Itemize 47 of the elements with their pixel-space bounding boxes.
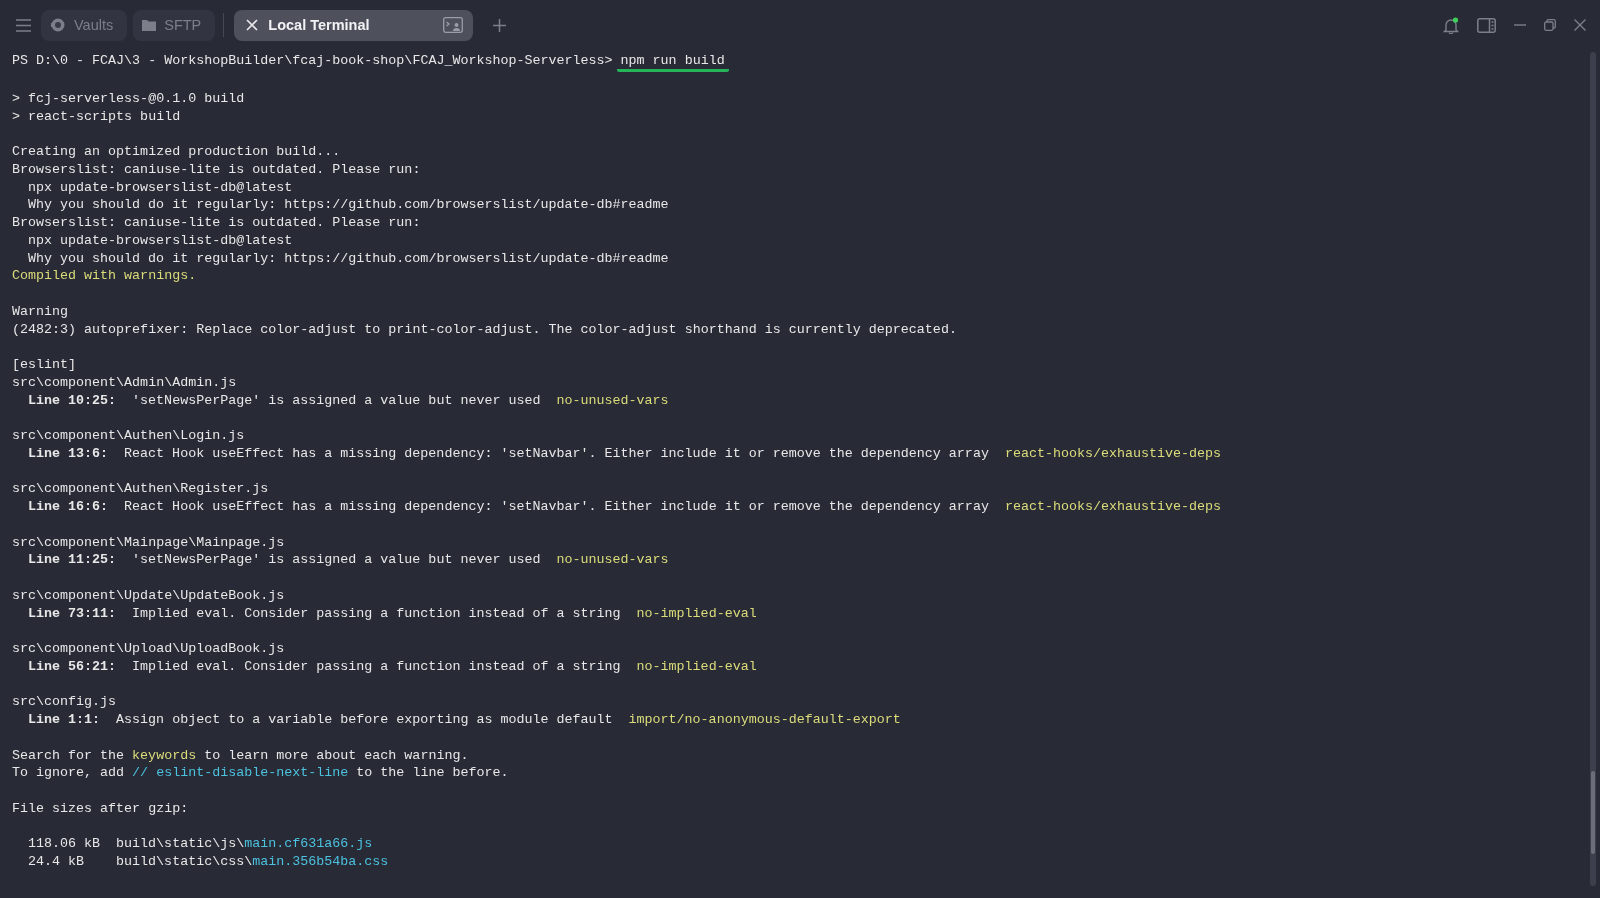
terminal-line: src\config.js (12, 693, 117, 711)
terminal-line: (2482:3) autoprefixer: Replace color-adjust to print-color-adjust. The color-adjust shorthand is currently deprecated. (12, 320, 957, 339)
bell-icon[interactable] (1443, 16, 1459, 34)
terminal-line: Line 11:25: 'setNewsPerPage' is assigned a value but never used no-unused-vars (27, 551, 669, 569)
menu-icon[interactable] (16, 18, 31, 32)
folder-icon (142, 19, 157, 31)
add-tab-icon[interactable] (493, 18, 507, 32)
terminal-line: File sizes after gzip: (12, 799, 189, 818)
tab[interactable]: Vaults (41, 9, 128, 41)
terminal-line: Browserslist: caniuse-lite is outdated. Please run: (12, 160, 421, 179)
terminal-line: npx update-browserslist-db@latest (27, 231, 293, 250)
terminal-line: src\component\Upload\UploadBook.js (12, 640, 285, 658)
terminal-line: 24.4 kB build\static\css\main.356b54ba.css (27, 853, 389, 871)
side-panel-icon[interactable] (1477, 17, 1496, 33)
terminal-line: Browserslist: caniuse-lite is outdated. Please run: (12, 214, 421, 232)
terminal-line: Compiled with warnings. (12, 267, 197, 285)
terminal-line: Search for the keywords to learn more about each warning. (12, 746, 469, 765)
terminal-line: src\component\Mainpage\Mainpage.js (12, 533, 285, 552)
terminal-line: Line 13:6: React Hook useEffect has a missing dependency: 'setNavbar'. Either include it or remove the dependency array react-hooks/exhaustive-deps (27, 444, 1222, 463)
terminal-line: To ignore, add // eslint-disable-next-line to the line before. (12, 764, 509, 782)
terminal-line: Creating an optimized production build... (12, 143, 341, 161)
tab[interactable]: SFTP (133, 9, 216, 41)
terminal-line: src\component\Authen\Login.js (12, 427, 245, 445)
terminal-line: src\component\Admin\Admin.js (12, 373, 237, 392)
terminal-line: Line 56:21: Implied eval. Consider passing a function instead of a string no-implied-eval (27, 657, 757, 676)
terminal-line: Line 1:1: Assign object to a variable before exporting as module default import/no-anonymous-default-export (27, 711, 901, 729)
restore-icon[interactable] (1544, 19, 1556, 31)
vault-icon (50, 17, 66, 33)
terminal-line: npx update-browserslist-db@latest (27, 178, 293, 197)
terminal-line: > react-scripts build (12, 107, 181, 126)
terminal-line: 118.06 kB build\static\js\main.cf631a66.js (27, 835, 373, 853)
terminal-line: Why you should do it regularly: https://github.com/browserslist/update-db#readme (27, 249, 669, 268)
terminal-line: src\component\Authen\Register.js (12, 480, 269, 498)
terminal-line: Line 73:11: Implied eval. Consider passing a function instead of a string no-implied-eval (27, 604, 757, 623)
terminal-line: src\component\Update\UpdateBook.js (12, 586, 285, 605)
terminal-line: [eslint] (12, 356, 77, 374)
terminal-line: PS D:\0 - FCAJ\3 - WorkshopBuilder\fcaj-book-shop\FCAJ_Workshop-Serverless> npm run build (12, 52, 729, 72)
scrollbar[interactable] (1590, 52, 1596, 886)
terminal-line: Warning (12, 302, 69, 321)
terminal-line: Line 10:25: 'setNewsPerPage' is assigned a value but never used no-unused-vars (27, 391, 669, 410)
scrollbar-thumb[interactable] (1591, 771, 1595, 854)
terminal-line: > fcj-serverless-@0.1.0 build (12, 89, 245, 108)
tab[interactable]: Local Terminal (234, 9, 474, 41)
terminal-line: Line 16:6: React Hook useEffect has a missing dependency: 'setNavbar'. Either include it or remove the dependency array react-hooks/exhaustive-deps (27, 498, 1222, 516)
terminal-user-icon (443, 17, 464, 33)
terminal-line: Why you should do it regularly: https://github.com/browserslist/update-db#readme (27, 196, 669, 214)
close-icon[interactable] (1574, 19, 1586, 31)
